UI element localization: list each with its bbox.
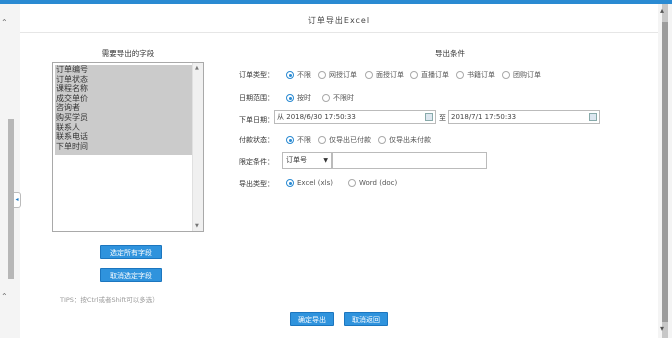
date-range-option[interactable]: 按时 bbox=[286, 93, 311, 103]
date-from-value: 2018/6/30 17:50:33 bbox=[286, 113, 356, 121]
chevron-down-icon: ▼ bbox=[323, 157, 328, 164]
order-type-option[interactable]: 面授订单 bbox=[365, 70, 404, 80]
radio-icon[interactable] bbox=[322, 94, 330, 102]
radio-selected-icon[interactable] bbox=[286, 136, 294, 144]
export-fields-listbox[interactable]: 订单编号 订单状态 课程名称 成交单价 咨询者 购买学员 联系人 联系电话 下单… bbox=[52, 62, 204, 232]
export-type-option[interactable]: Word (doc) bbox=[348, 179, 397, 187]
radio-icon[interactable] bbox=[378, 136, 386, 144]
limit-value-input[interactable] bbox=[332, 152, 487, 169]
calendar-icon[interactable] bbox=[425, 113, 433, 121]
radio-selected-icon[interactable] bbox=[286, 71, 294, 79]
right-scrollbar[interactable]: ▴ ▾ bbox=[658, 4, 672, 338]
scroll-up-icon[interactable]: ▲ bbox=[195, 65, 199, 71]
chevron-down-icon[interactable]: ▾ bbox=[660, 324, 664, 334]
export-type-label: 导出类型： bbox=[239, 180, 274, 188]
radio-icon[interactable] bbox=[365, 71, 373, 79]
from-prefix: 从 bbox=[277, 113, 284, 121]
date-range-label: 日期范围： bbox=[239, 94, 274, 102]
chevron-up-icon[interactable]: ⌃ bbox=[1, 292, 8, 302]
confirm-export-button[interactable]: 确定导出 bbox=[290, 312, 334, 326]
radio-icon[interactable] bbox=[318, 136, 326, 144]
payment-status-label: 付款状态： bbox=[239, 136, 274, 144]
radio-icon[interactable] bbox=[502, 71, 510, 79]
list-item[interactable]: 订单状态 bbox=[55, 75, 193, 85]
scroll-down-icon[interactable]: ▼ bbox=[195, 223, 199, 229]
left-side-panel: ⌃ ⌃ bbox=[0, 4, 20, 338]
order-type-option[interactable]: 不限 bbox=[286, 70, 311, 80]
radio-icon[interactable] bbox=[410, 71, 418, 79]
collapse-toggle-icon[interactable]: ◂ bbox=[14, 192, 21, 208]
list-item[interactable]: 下单时间 bbox=[55, 142, 193, 152]
radio-selected-icon[interactable] bbox=[286, 179, 294, 187]
order-type-option[interactable]: 团购订单 bbox=[502, 70, 541, 80]
select-all-fields-button[interactable]: 选定所有字段 bbox=[100, 245, 162, 259]
fields-panel-title: 需要导出的字段 bbox=[101, 49, 155, 58]
limit-label: 限定条件： bbox=[239, 158, 274, 166]
list-item[interactable]: 联系电话 bbox=[55, 132, 193, 142]
order-type-option[interactable]: 书籍订单 bbox=[456, 70, 495, 80]
limit-select-value: 订单号 bbox=[286, 156, 307, 164]
field-items: 订单编号 订单状态 课程名称 成交单价 咨询者 购买学员 联系人 联系电话 下单… bbox=[55, 65, 193, 155]
date-from-input[interactable]: 从 2018/6/30 17:50:33 bbox=[274, 110, 436, 124]
date-to-label: 至 bbox=[439, 114, 446, 122]
tips-text: TIPS：按Ctrl或者Shift可以多选） bbox=[60, 296, 159, 304]
list-item[interactable]: 购买学员 bbox=[55, 113, 193, 123]
calendar-icon[interactable] bbox=[589, 113, 597, 121]
payment-status-option[interactable]: 仅导出已付款 bbox=[318, 135, 371, 145]
scrollbar-thumb[interactable] bbox=[662, 22, 668, 322]
dialog-title: 订单导出Excel bbox=[20, 10, 658, 33]
radio-icon[interactable] bbox=[318, 71, 326, 79]
list-item[interactable]: 课程名称 bbox=[55, 84, 193, 94]
order-type-option[interactable]: 直播订单 bbox=[410, 70, 449, 80]
date-to-input[interactable]: 2018/7/1 17:50:33 bbox=[448, 110, 600, 124]
radio-selected-icon[interactable] bbox=[286, 94, 294, 102]
conditions-title: 导出条件 bbox=[435, 49, 465, 58]
payment-status-option[interactable]: 不限 bbox=[286, 135, 311, 145]
payment-status-option[interactable]: 仅导出未付款 bbox=[378, 135, 431, 145]
date-to-value: 2018/7/1 17:50:33 bbox=[451, 113, 517, 121]
chevron-up-icon[interactable]: ▴ bbox=[660, 6, 664, 16]
list-item[interactable]: 联系人 bbox=[55, 123, 193, 133]
list-item[interactable]: 成交单价 bbox=[55, 94, 193, 104]
cancel-return-button[interactable]: 取消返回 bbox=[344, 312, 388, 326]
radio-icon[interactable] bbox=[456, 71, 464, 79]
radio-icon[interactable] bbox=[348, 179, 356, 187]
listbox-scrollbar[interactable]: ▲ ▼ bbox=[192, 63, 203, 231]
chevron-up-icon[interactable]: ⌃ bbox=[1, 18, 8, 28]
list-item[interactable]: 订单编号 bbox=[55, 65, 193, 75]
date-range-option[interactable]: 不限时 bbox=[322, 93, 354, 103]
order-type-option[interactable]: 网授订单 bbox=[318, 70, 357, 80]
list-item[interactable]: 咨询者 bbox=[55, 103, 193, 113]
deselect-fields-button[interactable]: 取消选定字段 bbox=[100, 268, 162, 282]
export-type-option[interactable]: Excel (xls) bbox=[286, 179, 333, 187]
limit-field-select[interactable]: 订单号 ▼ bbox=[282, 152, 332, 169]
order-date-label: 下单日期： bbox=[239, 116, 274, 124]
order-type-label: 订单类型： bbox=[239, 71, 274, 79]
top-accent-bar bbox=[0, 0, 672, 4]
